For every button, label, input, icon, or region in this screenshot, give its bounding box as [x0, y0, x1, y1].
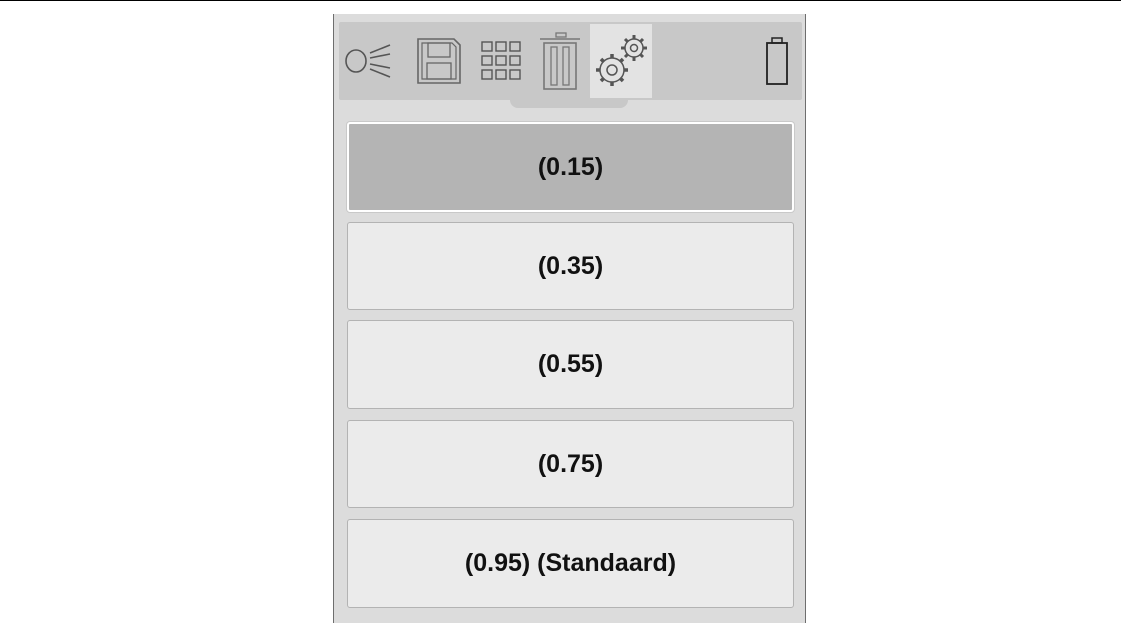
option-label: (0.95) (Standaard) [464, 549, 677, 577]
option-label: (0.15) [537, 152, 604, 181]
option-0-95-standaard[interactable]: (0.95) (Standaard) [347, 519, 794, 608]
gears-icon [592, 32, 650, 90]
active-tab-indicator [510, 100, 628, 108]
grid-icon [479, 39, 523, 83]
floppy-disk-icon [414, 35, 464, 87]
option-0-35[interactable]: (0.35) [347, 222, 794, 310]
tab-settings[interactable] [590, 24, 652, 98]
battery-icon [764, 36, 790, 86]
option-label: (0.55) [537, 350, 604, 378]
tab-delete[interactable] [535, 24, 585, 98]
tab-save[interactable] [409, 24, 469, 98]
toolbar [339, 22, 802, 100]
headlight-icon [342, 41, 394, 81]
battery-status [759, 24, 795, 98]
top-rule [0, 0, 1121, 1]
option-0-75[interactable]: (0.75) [347, 420, 794, 508]
option-label: (0.75) [537, 449, 604, 478]
option-0-15[interactable]: (0.15) [347, 122, 794, 212]
trash-icon [538, 31, 582, 91]
option-0-55[interactable]: (0.55) [347, 320, 794, 409]
option-label: (0.35) [537, 251, 604, 280]
tab-grid[interactable] [475, 24, 527, 98]
tab-headlight[interactable] [339, 24, 397, 98]
device-screen: (0.15) (0.35) (0.55) (0.75) (0.95) (Stan… [333, 14, 806, 623]
